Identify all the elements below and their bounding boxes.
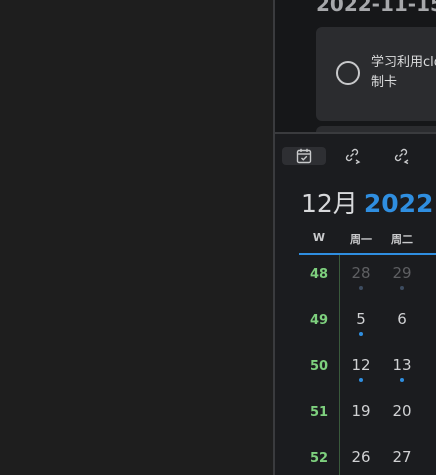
editor-pane-empty xyxy=(0,0,273,475)
weekday-header-mon: 周一 xyxy=(350,233,372,246)
week-number[interactable]: 52 xyxy=(299,451,339,466)
calendar-view: 12月2022 W 周一 周二 周 4828294956501213511920… xyxy=(275,134,436,475)
calendar-day[interactable]: 29 xyxy=(382,264,422,282)
note-date-heading: 2022-11-15 xyxy=(316,0,436,16)
weekday-header-week: W xyxy=(312,231,326,244)
calendar-day[interactable]: 6 xyxy=(382,310,422,328)
calendar-day[interactable]: 26 xyxy=(341,448,381,466)
calendar-day[interactable]: 13 xyxy=(382,356,422,374)
year-label: 2022 xyxy=(363,189,434,218)
calendar-check-icon[interactable] xyxy=(282,147,326,165)
link-back-icon[interactable] xyxy=(379,147,423,165)
header-underline xyxy=(299,253,436,255)
calendar-day[interactable]: 27 xyxy=(382,448,422,466)
link-forward-icon[interactable] xyxy=(330,147,374,165)
note-indicator-dot xyxy=(359,378,363,382)
weekday-header-tue: 周二 xyxy=(391,233,413,246)
calendar-day[interactable]: 28 xyxy=(341,264,381,282)
task-card[interactable]: 学习利用cloze制卡 xyxy=(316,27,436,121)
note-indicator-dot xyxy=(359,332,363,336)
calendar-day[interactable]: 20 xyxy=(382,402,422,420)
sidebar-right: 2022-11-15 学习利用cloze制卡 xyxy=(275,0,436,475)
task-text: 学习利用cloze制卡 xyxy=(371,55,436,90)
note-indicator-dot xyxy=(400,286,404,290)
week-number[interactable]: 48 xyxy=(299,267,339,282)
week-column-divider xyxy=(339,255,340,475)
daily-note-view: 2022-11-15 学习利用cloze制卡 xyxy=(275,0,436,133)
calendar-day[interactable]: 12 xyxy=(341,356,381,374)
weekday-header-wed: 周 xyxy=(423,231,436,247)
task-checkbox[interactable] xyxy=(336,61,360,85)
month-label: 12月 xyxy=(301,189,358,218)
week-number[interactable]: 51 xyxy=(299,405,339,420)
note-indicator-dot xyxy=(359,286,363,290)
week-number[interactable]: 50 xyxy=(299,359,339,374)
calendar-day[interactable]: 19 xyxy=(341,402,381,420)
note-indicator-dot xyxy=(400,378,404,382)
month-year-title[interactable]: 12月 2022 xyxy=(301,184,433,220)
week-number[interactable]: 49 xyxy=(299,313,339,328)
calendar-day[interactable]: 5 xyxy=(341,310,381,328)
